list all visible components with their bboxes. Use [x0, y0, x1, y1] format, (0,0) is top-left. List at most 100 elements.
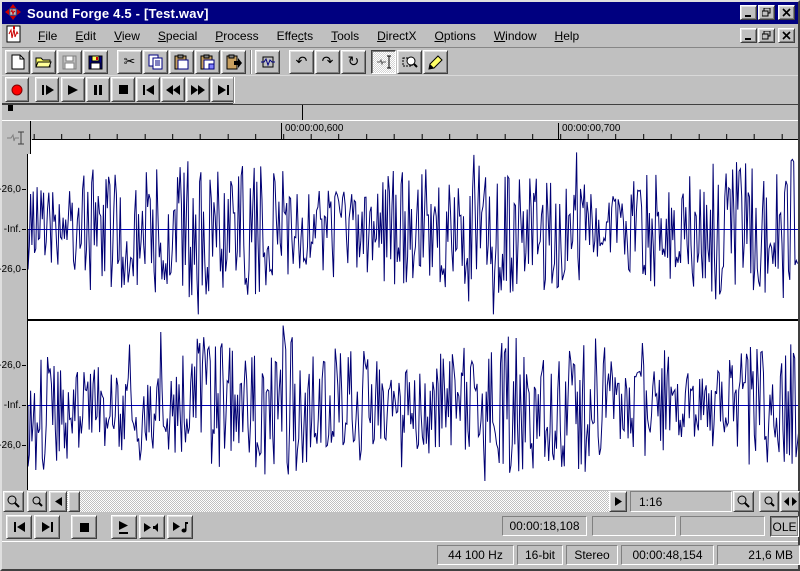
- child-minimize-button[interactable]: [740, 28, 757, 43]
- scrollbar-track[interactable]: [67, 491, 609, 512]
- trim-crop-button[interactable]: [255, 50, 280, 74]
- ole-drag-source[interactable]: OLE: [770, 516, 799, 537]
- waveform-channel-right[interactable]: [28, 321, 798, 490]
- record-button[interactable]: [5, 77, 29, 102]
- status-bar: 44 100 Hz 16-bit Stereo 00:00:48,154 21,…: [2, 541, 798, 569]
- menu-window[interactable]: Window: [485, 26, 546, 46]
- level-label: -26,0: [0, 184, 21, 195]
- play-normal-button[interactable]: [111, 515, 137, 539]
- level-label: -26,0: [0, 264, 21, 275]
- edit-tool-button[interactable]: [371, 50, 396, 74]
- menu-directx[interactable]: DirectX: [368, 26, 425, 46]
- current-tool-indicator[interactable]: [2, 121, 31, 154]
- playbar-stop-button[interactable]: [71, 515, 97, 539]
- copy-button[interactable]: [143, 50, 168, 74]
- minimize-button[interactable]: [740, 5, 757, 20]
- overview-bar[interactable]: [2, 104, 798, 121]
- overview-cursor: [302, 105, 303, 120]
- title-bar[interactable]: Sound Forge 4.5 - [Test.wav]: [2, 2, 798, 24]
- playbar-go-to-start-button[interactable]: [6, 515, 32, 539]
- go-to-end-button[interactable]: [211, 77, 235, 102]
- time-ruler-ticks: [32, 134, 798, 139]
- zoom-in-time-button[interactable]: [27, 491, 47, 512]
- play-plug-in-button[interactable]: [139, 515, 165, 539]
- zoom-level-button[interactable]: [759, 491, 779, 512]
- toolbar-separator: [250, 50, 252, 74]
- magnify-tool-button[interactable]: [397, 50, 422, 74]
- pause-button[interactable]: [86, 77, 110, 102]
- menu-effects[interactable]: Effects: [268, 26, 322, 46]
- playbar-go-to-end-button[interactable]: [34, 515, 60, 539]
- menu-help[interactable]: Help: [546, 26, 589, 46]
- close-button[interactable]: [778, 5, 795, 20]
- window-title: Sound Forge 4.5 - [Test.wav]: [27, 6, 209, 21]
- level-label: -Inf.: [0, 224, 21, 235]
- open-button[interactable]: [31, 50, 56, 74]
- scroll-right-arrow[interactable]: [609, 491, 627, 512]
- selection-start-display: [592, 516, 676, 536]
- zoom-out-time-button[interactable]: [3, 491, 24, 512]
- save-as-button[interactable]: [83, 50, 108, 74]
- level-label: -26,0: [0, 360, 21, 371]
- new-button[interactable]: [5, 50, 30, 74]
- scrollbar-thumb[interactable]: [68, 491, 80, 512]
- app-window: Sound Forge 4.5 - [Test.wav] File Edit V…: [0, 0, 800, 571]
- level-tick: [22, 229, 26, 230]
- restore-button[interactable]: [758, 5, 775, 20]
- redo-button[interactable]: ↷: [315, 50, 340, 74]
- waveform-channel-left[interactable]: [28, 140, 798, 319]
- play-button[interactable]: [61, 77, 85, 102]
- level-tick: [22, 445, 26, 446]
- undo-button[interactable]: ↶: [289, 50, 314, 74]
- level-tick: [22, 365, 26, 366]
- cursor-position-value: 00:00:18,108: [509, 519, 579, 533]
- scroll-left-arrow[interactable]: [49, 491, 67, 512]
- ole-label: OLE: [772, 520, 796, 534]
- zoom-ratio-button[interactable]: [733, 491, 754, 512]
- level-label: -26,0: [0, 440, 21, 451]
- transport-separator: [233, 77, 235, 103]
- level-label: -Inf.: [0, 400, 21, 411]
- file-size-field: 21,6 MB: [717, 545, 800, 565]
- cursor-position-display[interactable]: 00:00:18,108: [502, 516, 587, 536]
- file-length-field: 00:00:48,154: [621, 545, 714, 565]
- document-icon[interactable]: [5, 25, 23, 46]
- playbar: 00:00:18,108 OLE: [2, 513, 798, 541]
- child-restore-button[interactable]: [758, 28, 775, 43]
- go-to-start-button[interactable]: [136, 77, 160, 102]
- waveform-panel[interactable]: [28, 140, 798, 490]
- save-button[interactable]: [57, 50, 82, 74]
- paste-special-button[interactable]: [195, 50, 220, 74]
- bit-depth-field[interactable]: 16-bit: [517, 545, 563, 565]
- zoom-scroll-bar: 1:16: [2, 490, 798, 513]
- menu-options[interactable]: Options: [425, 26, 484, 46]
- stop-button[interactable]: [111, 77, 135, 102]
- overview-view-marker[interactable]: [8, 105, 13, 111]
- channels-field[interactable]: Stereo: [566, 545, 618, 565]
- paste-button[interactable]: [169, 50, 194, 74]
- menu-tools[interactable]: Tools: [322, 26, 368, 46]
- paste-mix-button[interactable]: [221, 50, 246, 74]
- repeat-button[interactable]: ↻: [341, 50, 366, 74]
- menu-edit[interactable]: Edit: [66, 26, 105, 46]
- cut-button[interactable]: ✂: [117, 50, 142, 74]
- menu-view[interactable]: View: [105, 26, 149, 46]
- time-ruler-label: 00:00:00,600: [283, 123, 343, 134]
- zoom-ratio-display[interactable]: 1:16: [630, 491, 732, 512]
- child-close-button[interactable]: [778, 28, 795, 43]
- menu-process[interactable]: Process: [206, 26, 267, 46]
- pencil-tool-button[interactable]: [423, 50, 448, 74]
- standard-toolbar: ✂ ↶ ↷ ↻: [2, 48, 798, 76]
- play-device-button[interactable]: [167, 515, 193, 539]
- level-tick: [22, 405, 26, 406]
- play-all-button[interactable]: [35, 77, 59, 102]
- rewind-button[interactable]: [161, 77, 185, 102]
- menu-special[interactable]: Special: [149, 26, 206, 46]
- level-ruler[interactable]: -26,0 -Inf. -26,0 -26,0 -Inf. -26,0: [2, 140, 28, 490]
- forward-button[interactable]: [186, 77, 210, 102]
- menu-file[interactable]: File: [29, 26, 66, 46]
- maximize-width-button[interactable]: [780, 491, 800, 512]
- time-ruler[interactable]: 00:00:00,600 00:00:00,700: [32, 121, 798, 140]
- sample-rate-field[interactable]: 44 100 Hz: [437, 545, 514, 565]
- level-tick: [22, 269, 26, 270]
